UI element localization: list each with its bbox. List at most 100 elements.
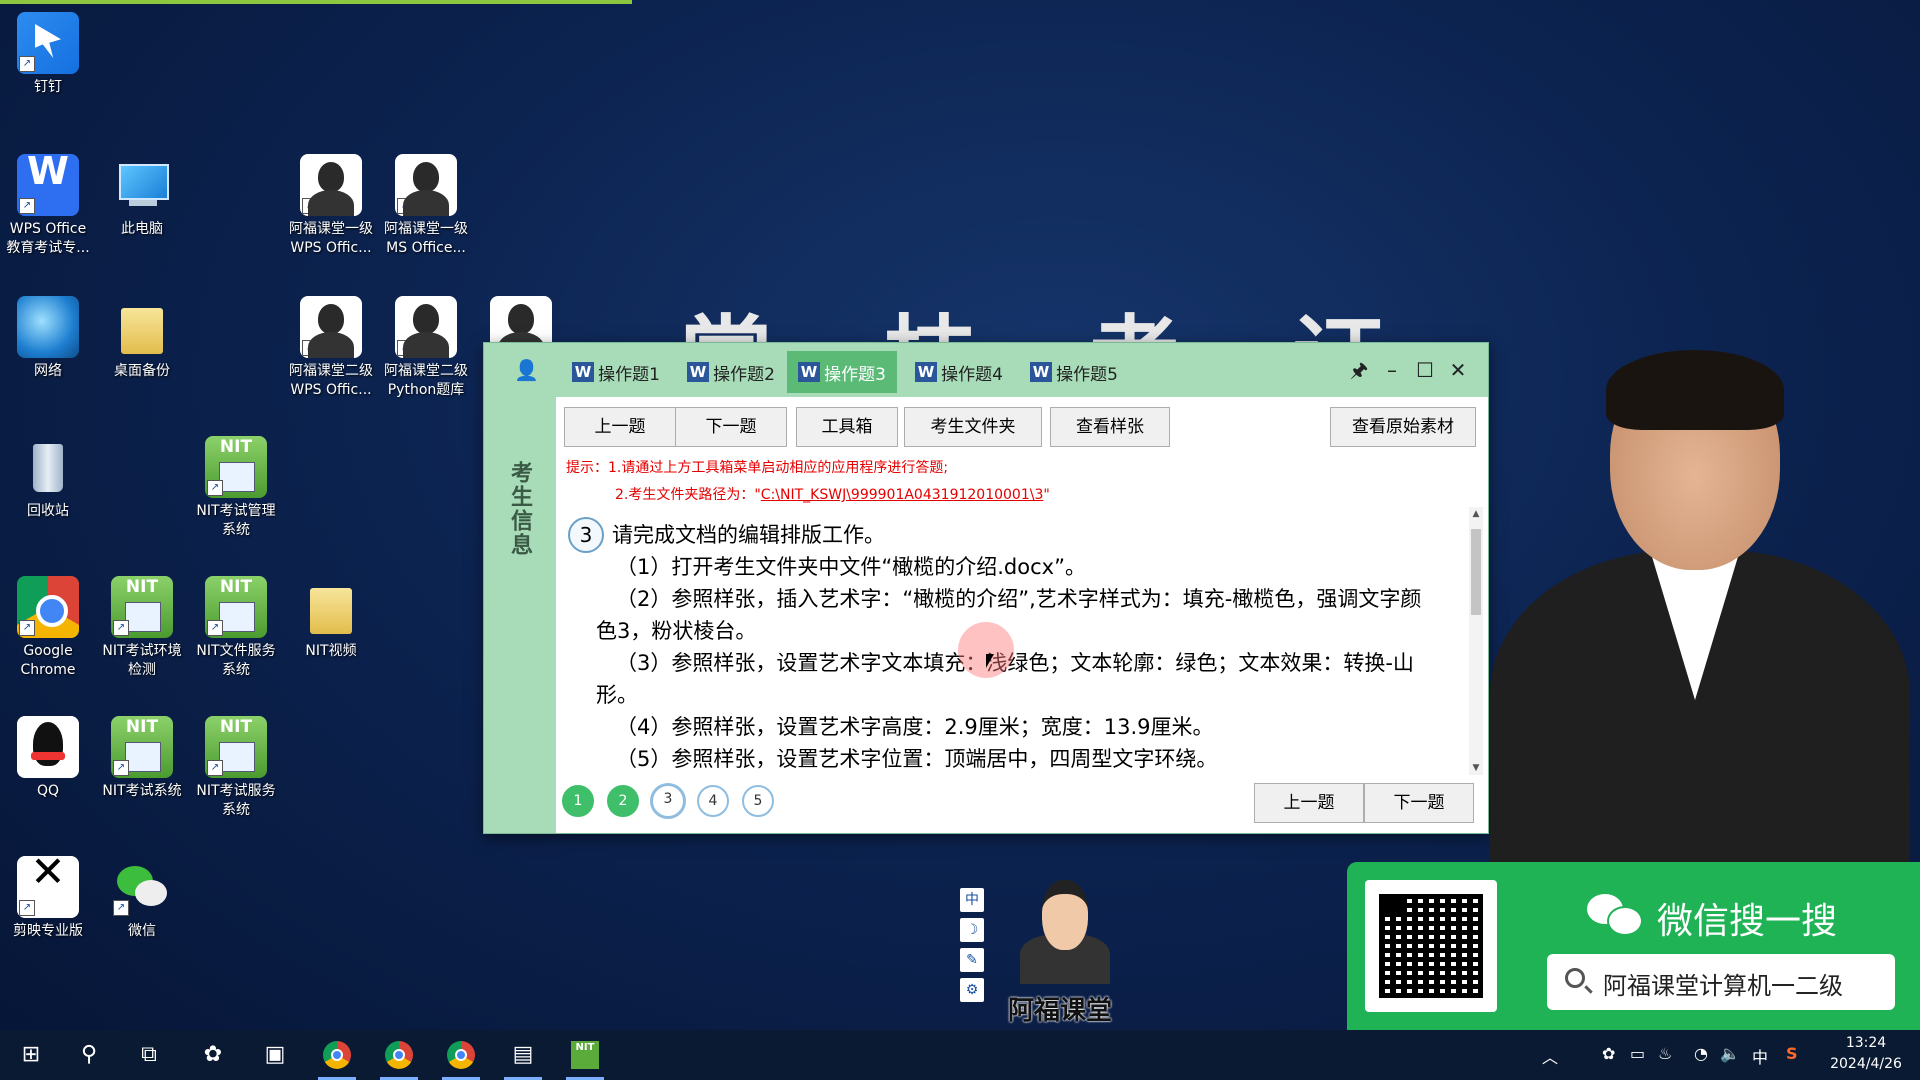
tab-operation-1[interactable]: W 操作题1	[561, 351, 671, 393]
bottom-next-button[interactable]: 下一题	[1364, 783, 1474, 823]
desktop-icon-nit-file[interactable]: ↗ NIT文件服务 系统	[190, 576, 282, 680]
candidate-info-panel: 考生信息	[484, 397, 556, 833]
taskbar-chrome-canary-icon[interactable]	[434, 1030, 488, 1080]
tray-app-icon[interactable]: ✿	[1602, 1044, 1615, 1063]
desktop-icon-label: NIT考试系统	[102, 783, 182, 799]
next-question-button[interactable]: 下一题	[675, 407, 787, 447]
nit-icon: ↗	[205, 716, 267, 778]
tab-operation-5[interactable]: W 操作题5	[1019, 351, 1129, 393]
desktop-icon-nit-video[interactable]: NIT视频	[285, 576, 377, 661]
desktop-icon-label: 阿福课堂一级 MS Office...	[384, 221, 468, 256]
candidate-folder-button[interactable]: 考生文件夹	[904, 407, 1042, 447]
word-icon: W	[572, 362, 595, 382]
avatar-icon: ↗	[395, 296, 457, 358]
folder-path-link[interactable]: C:\NIT_KSWJ\999901A0431912010001\3	[761, 487, 1044, 503]
desktop-icon-capcut[interactable]: ↗ 剪映专业版	[2, 856, 94, 941]
desktop-icon-dingtalk[interactable]: ↗ 钉钉	[2, 12, 94, 97]
taskbar-image-viewer-icon[interactable]: ▤	[496, 1030, 550, 1080]
desktop-icon-label: 钉钉	[34, 79, 62, 95]
tab-operation-4[interactable]: W 操作题4	[904, 351, 1014, 393]
taskbar-nit-icon[interactable]: NIT	[558, 1030, 612, 1080]
desktop-icon-wechat[interactable]: ↗ 微信	[96, 856, 188, 941]
desktop-icon-recycle-bin[interactable]: 回收站	[2, 436, 94, 521]
folder-icon	[111, 296, 173, 358]
click-highlight	[958, 622, 1014, 678]
prev-question-button[interactable]: 上一题	[564, 407, 676, 447]
computer-icon	[111, 154, 173, 216]
wechat-search-text: 阿福课堂计算机一二级	[1603, 972, 1843, 1000]
avatar-icon: ↗	[300, 296, 362, 358]
ime-pen-icon[interactable]: ✎	[960, 948, 984, 972]
tab-operation-3[interactable]: W 操作题3	[787, 351, 897, 393]
desktop-icon-afu-wps-1[interactable]: ↗ 阿福课堂一级 WPS Offic...	[285, 154, 377, 258]
window-titlebar[interactable]: 👤 W 操作题1 W 操作题2 W 操作题3 W 操作题4 W 操作题5 🖈 – ☐ ✕	[484, 343, 1488, 397]
desktop-icon-label: 微信	[128, 923, 156, 939]
desktop-icon-afu-python-2[interactable]: ↗ 阿福课堂二级 Python题库	[380, 296, 472, 400]
toolbox-button[interactable]: 工具箱	[796, 407, 898, 447]
search-icon[interactable]: ⚲	[62, 1030, 116, 1080]
desktop-icon-this-pc[interactable]: 此电脑	[96, 154, 188, 239]
ime-toolbar[interactable]: 中 ☽ ✎ ⚙	[960, 888, 984, 1008]
desktop-icon-label: 网络	[34, 363, 62, 379]
question-number: 3	[568, 517, 604, 553]
desktop-icon-chrome[interactable]: ↗ Google Chrome	[2, 576, 94, 680]
desktop-icon-wps-edu[interactable]: ↗ WPS Office 教育考试专...	[2, 154, 94, 258]
battery-icon[interactable]: ▭	[1630, 1044, 1645, 1063]
question-page-4[interactable]: 4	[697, 785, 729, 817]
desktop-icon-afu-wps-2[interactable]: ↗ 阿福课堂二级 WPS Offic...	[285, 296, 377, 400]
folder-icon	[300, 576, 362, 638]
desktop-icon-nit-exam[interactable]: ↗ NIT考试系统	[96, 716, 188, 801]
nit-icon: ↗	[205, 576, 267, 638]
taskbar-screen-icon[interactable]: ▣	[248, 1030, 302, 1080]
bottom-prev-button[interactable]: 上一题	[1254, 783, 1364, 823]
desktop-icon-backup[interactable]: 桌面备份	[96, 296, 188, 381]
pin-icon[interactable]: 🖈	[1344, 355, 1374, 385]
ime-settings-icon[interactable]: ⚙	[960, 978, 984, 1002]
recycle-bin-icon	[17, 436, 79, 498]
close-button[interactable]: ✕	[1443, 355, 1473, 385]
question-page-1[interactable]: 1	[562, 785, 594, 817]
desktop-icon-label: 此电脑	[121, 221, 163, 237]
desktop-icon-qq[interactable]: QQ	[2, 716, 94, 801]
view-sample-button[interactable]: 查看样张	[1050, 407, 1170, 447]
minimize-button[interactable]: –	[1377, 355, 1407, 385]
antivirus-icon[interactable]: S	[1786, 1044, 1798, 1063]
view-original-button[interactable]: 查看原始素材	[1330, 407, 1476, 447]
volume-icon[interactable]: 🔈	[1720, 1044, 1740, 1063]
desktop-icon-nit-service[interactable]: ↗ NIT考试服务 系统	[190, 716, 282, 820]
desktop-icon-nit-env[interactable]: ↗ NIT考试环境 检测	[96, 576, 188, 680]
tray-expand-icon[interactable]: ︿	[1542, 1044, 1558, 1068]
desktop-icon-network[interactable]: 网络	[2, 296, 94, 381]
taskbar-chrome-variant-icon[interactable]	[372, 1030, 426, 1080]
tray-notify-icon[interactable]: ♨	[1658, 1044, 1672, 1063]
desktop-icon-label: NIT考试服务 系统	[196, 783, 276, 818]
desktop-icon-label: 阿福课堂一级 WPS Offic...	[289, 221, 373, 256]
maximize-button[interactable]: ☐	[1410, 355, 1440, 385]
ime-indicator[interactable]: 中	[1752, 1044, 1768, 1068]
brand-avatar	[1010, 876, 1120, 986]
wifi-icon[interactable]: ◔	[1694, 1044, 1708, 1063]
question-page-5[interactable]: 5	[742, 785, 774, 817]
question-page-2[interactable]: 2	[607, 785, 639, 817]
question-item-3: （3）参照样张，设置艺术字文本填充：浅绿色；文本轮廓：绿色；文本效果：转换-山形…	[596, 651, 1414, 707]
desktop-icon-label: 回收站	[27, 503, 69, 519]
word-icon: W	[687, 362, 710, 382]
desktop-icon-nit-admin[interactable]: ↗ NIT考试管理 系统	[190, 436, 282, 540]
avatar-icon: ↗	[300, 154, 362, 216]
windows-start-icon[interactable]: ⊞	[4, 1030, 58, 1080]
desktop-icon-label: NIT考试管理 系统	[196, 503, 276, 538]
taskbar-app-icon[interactable]: ✿	[186, 1030, 240, 1080]
ime-chinese-icon[interactable]: 中	[960, 888, 984, 912]
desktop-icon-afu-ms-1[interactable]: ↗ 阿福课堂一级 MS Office...	[380, 154, 472, 258]
task-view-icon[interactable]: ⧉	[122, 1030, 176, 1080]
taskbar-chrome-icon[interactable]	[310, 1030, 364, 1080]
clock-date: 2024/4/26	[1830, 1056, 1902, 1072]
clock[interactable]: 13:24 2024/4/26	[1824, 1033, 1908, 1075]
presenter-video	[1480, 350, 1920, 870]
ime-moon-icon[interactable]: ☽	[960, 918, 984, 942]
brand-watermark: 阿福课堂	[1008, 996, 1113, 1026]
tab-operation-2[interactable]: W 操作题2	[676, 351, 786, 393]
qr-code	[1365, 880, 1497, 1012]
user-icon[interactable]: 👤	[514, 359, 539, 381]
question-page-3[interactable]: 3	[650, 783, 686, 819]
